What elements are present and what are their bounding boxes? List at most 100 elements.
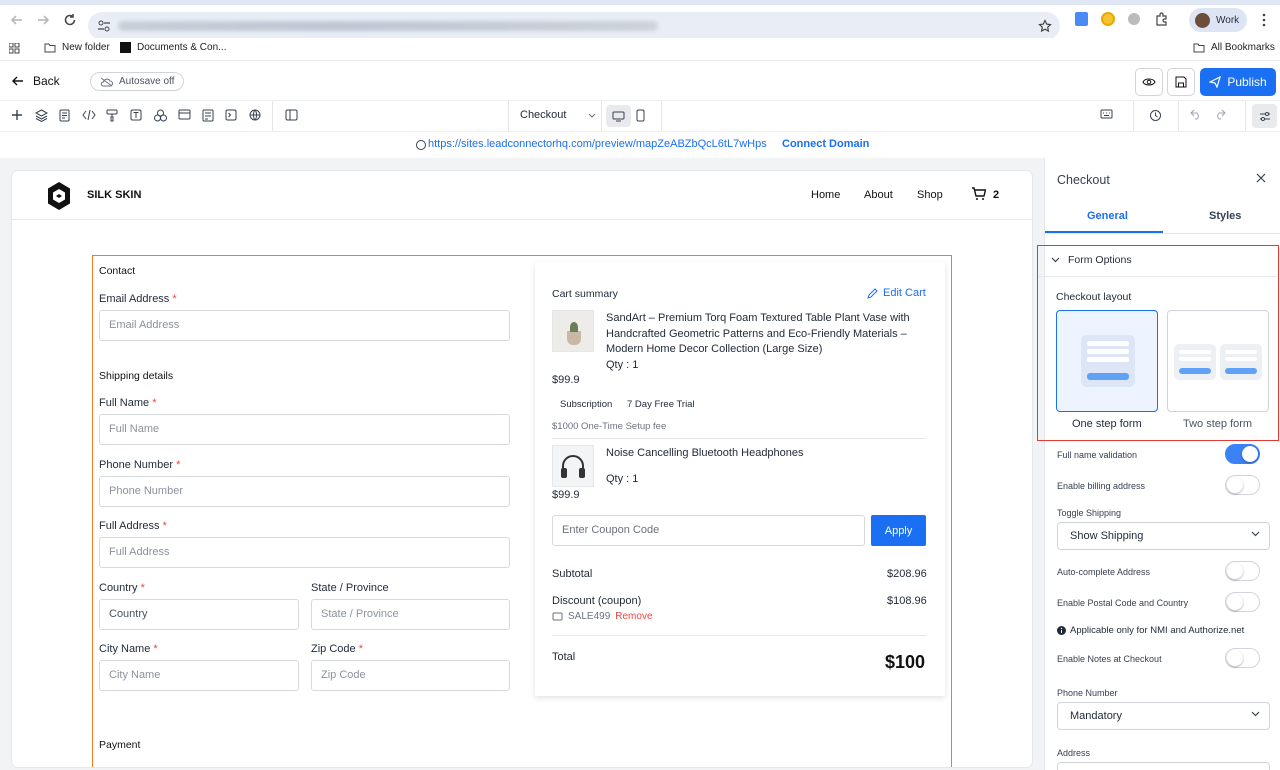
- toggle-shipping-label: Toggle Shipping: [1057, 508, 1122, 518]
- back-button[interactable]: Back: [12, 74, 60, 88]
- form-icon[interactable]: [202, 109, 216, 123]
- globe-icon[interactable]: [249, 109, 263, 123]
- bookmark-documents[interactable]: Documents & Con...: [120, 42, 226, 53]
- preview-url-bar: https://sites.leadconnectorhq.com/previe…: [0, 132, 1280, 158]
- terminal-icon[interactable]: [225, 109, 239, 123]
- mobile-view-button[interactable]: [636, 109, 645, 122]
- layout-option-one-step[interactable]: [1056, 310, 1158, 412]
- bookmark-label: All Bookmarks: [1211, 42, 1275, 53]
- save-button[interactable]: [1167, 68, 1195, 96]
- keyboard-icon[interactable]: [1100, 109, 1114, 123]
- site-info-icon[interactable]: [97, 19, 111, 33]
- phone-number-select[interactable]: Mandatory: [1057, 702, 1270, 730]
- page-selector[interactable]: Checkout: [520, 109, 596, 121]
- contact-title: Contact: [99, 265, 136, 277]
- remove-coupon-link[interactable]: Remove: [615, 611, 652, 622]
- notes-toggle[interactable]: [1225, 648, 1260, 668]
- connect-domain-link[interactable]: Connect Domain: [782, 138, 869, 150]
- sliders-icon: [1259, 111, 1270, 121]
- fullname-validation-toggle[interactable]: [1225, 444, 1260, 464]
- layout-option-two-step[interactable]: [1167, 310, 1269, 412]
- code-icon[interactable]: [82, 109, 96, 123]
- preview-button[interactable]: [1135, 68, 1163, 96]
- cloud-off-icon: [100, 77, 113, 86]
- postal-code-toggle[interactable]: [1225, 592, 1260, 612]
- city-input[interactable]: City Name: [99, 660, 299, 691]
- extension-timer-icon[interactable]: [1101, 12, 1115, 26]
- publish-button[interactable]: Publish: [1200, 68, 1276, 96]
- email-input[interactable]: Email Address: [99, 310, 510, 341]
- preview-url-link[interactable]: https://sites.leadconnectorhq.com/previe…: [428, 138, 767, 150]
- add-element-icon[interactable]: [11, 109, 25, 123]
- autocomplete-toggle[interactable]: [1225, 561, 1260, 581]
- ticket-icon: [552, 612, 563, 621]
- two-step-icon-left: [1174, 344, 1216, 380]
- postal-note: Applicable only for NMI and Authorize.ne…: [1057, 625, 1244, 636]
- address-select[interactable]: [1057, 762, 1270, 770]
- phone-input[interactable]: Phone Number: [99, 476, 510, 507]
- checkout-layout-label: Checkout layout: [1056, 291, 1132, 303]
- nav-about[interactable]: About: [864, 189, 893, 201]
- cart-summary-title: Cart summary: [552, 288, 618, 300]
- zip-label: Zip Code *: [311, 643, 363, 655]
- billing-address-toggle[interactable]: [1225, 475, 1260, 495]
- paint-roller-icon[interactable]: [106, 109, 120, 123]
- bookmark-all[interactable]: All Bookmarks: [1193, 42, 1275, 53]
- nav-shop[interactable]: Shop: [917, 189, 943, 201]
- sidebar-toggle-icon[interactable]: [285, 109, 299, 123]
- cart-icon[interactable]: [971, 187, 986, 201]
- extensions-puzzle-icon[interactable]: [1155, 12, 1169, 26]
- text-icon[interactable]: [130, 109, 144, 123]
- tab-general[interactable]: General: [1087, 210, 1128, 222]
- coupon-input[interactable]: Enter Coupon Code: [552, 515, 865, 546]
- extension-grey-icon[interactable]: [1128, 13, 1140, 25]
- layers-icon[interactable]: [35, 109, 49, 123]
- browser-menu-icon[interactable]: [1262, 13, 1266, 27]
- profile-button[interactable]: Work: [1189, 8, 1247, 32]
- edit-cart-link[interactable]: Edit Cart: [867, 287, 926, 299]
- redo-icon[interactable]: [1214, 109, 1228, 123]
- profile-avatar: [1195, 12, 1210, 28]
- nav-home[interactable]: Home: [811, 189, 840, 201]
- apply-coupon-button[interactable]: Apply: [871, 515, 926, 546]
- fullname-input[interactable]: Full Name: [99, 414, 510, 445]
- credit-card-icon[interactable]: [178, 109, 192, 123]
- shapes-icon[interactable]: [154, 109, 168, 123]
- extension-docs-icon[interactable]: [1075, 12, 1088, 26]
- product-image-headphones: [552, 445, 594, 487]
- builder-header: Back Autosave off Publish: [0, 62, 1280, 101]
- desktop-icon: [612, 111, 625, 121]
- checkout-element-selected[interactable]: Contact Email Address * Email Address Sh…: [92, 255, 952, 767]
- reload-icon[interactable]: [63, 13, 77, 27]
- history-icon[interactable]: [1149, 109, 1163, 123]
- undo-icon[interactable]: [1190, 109, 1204, 123]
- state-label: State / Province: [311, 582, 389, 594]
- bookmark-new-folder[interactable]: New folder: [44, 42, 110, 53]
- autosave-toggle[interactable]: Autosave off: [90, 72, 185, 91]
- postal-code-label: Enable Postal Code and Country: [1057, 598, 1189, 608]
- save-icon: [1175, 76, 1187, 88]
- desktop-view-button[interactable]: [606, 105, 631, 127]
- country-input[interactable]: Country: [99, 599, 299, 630]
- product-qty: Qty : 1: [606, 359, 639, 371]
- page-selector-label: Checkout: [520, 109, 567, 121]
- bookmark-star-icon[interactable]: [1038, 19, 1052, 33]
- form-options-header[interactable]: Form Options: [1051, 254, 1132, 266]
- pages-icon[interactable]: [59, 109, 73, 123]
- address-bar[interactable]: [88, 12, 1060, 40]
- address-input[interactable]: Full Address: [99, 537, 510, 568]
- forward-arrow-icon[interactable]: [36, 13, 50, 27]
- zip-input[interactable]: Zip Code: [311, 660, 510, 691]
- state-input[interactable]: State / Province: [311, 599, 510, 630]
- apps-grid-icon[interactable]: [9, 43, 20, 54]
- tab-styles[interactable]: Styles: [1209, 210, 1241, 222]
- back-arrow-icon[interactable]: [10, 13, 24, 27]
- discount-label: Discount (coupon): [552, 595, 642, 607]
- setup-fee-text: $1000 One-Time Setup fee: [552, 421, 667, 432]
- close-panel-icon[interactable]: [1256, 173, 1266, 183]
- phone-number-value: Mandatory: [1070, 710, 1122, 722]
- product-image-vase: [552, 310, 594, 352]
- settings-sliders-button[interactable]: [1252, 104, 1277, 128]
- toggle-shipping-select[interactable]: Show Shipping: [1057, 522, 1270, 550]
- product-price: $99.9: [552, 374, 580, 386]
